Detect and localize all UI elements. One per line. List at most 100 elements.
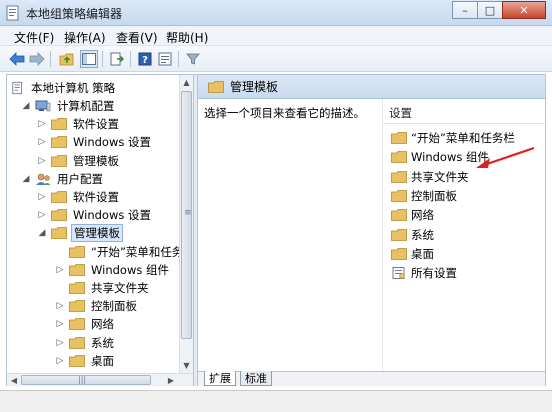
tree-node-label: Windows 设置 (73, 208, 151, 223)
status-bar (0, 390, 552, 412)
list-item[interactable]: 所有设置 (391, 264, 457, 282)
collapse-arrow-icon[interactable]: ◢ (21, 101, 31, 111)
filter-icon[interactable] (184, 50, 202, 68)
show-hide-tree-icon[interactable] (80, 50, 98, 68)
menu-action[interactable]: 操作(A) (64, 29, 106, 46)
view-tabs: 扩展 标准 (198, 371, 545, 386)
tree-node[interactable]: ▷ 网络 (55, 315, 116, 333)
expand-arrow-icon[interactable]: ▷ (55, 301, 65, 311)
tab-extended[interactable]: 扩展 (204, 371, 236, 386)
list-item-label: 桌面 (411, 246, 434, 261)
list-item[interactable]: 桌面 (391, 245, 434, 263)
tree-node[interactable]: ▷ 软件设置 (37, 115, 121, 133)
tree-node[interactable]: ◢ 用户配置 (21, 170, 105, 188)
user-icon (36, 173, 51, 185)
expand-arrow-icon[interactable]: ▷ (55, 265, 65, 275)
menu-help[interactable]: 帮助(H) (166, 29, 208, 46)
tree-node-label: “开始”菜单和任务 (91, 244, 184, 259)
details-pane: 管理模板 选择一个项目来查看它的描述。 设置 “开始”菜单和任务栏 Windows… (198, 75, 546, 371)
tree-node[interactable]: ▷ Windows 设置 (37, 206, 153, 224)
list-item[interactable]: 系统 (391, 226, 434, 244)
expand-arrow-icon[interactable]: ▷ (55, 338, 65, 348)
tree-node-label: 软件设置 (73, 190, 119, 204)
annotation-arrow-icon (476, 146, 535, 168)
expand-arrow-icon[interactable]: ▷ (37, 156, 47, 166)
folder-icon (69, 318, 85, 331)
up-folder-icon[interactable] (58, 50, 76, 68)
close-button[interactable]: ✕ (502, 1, 546, 19)
folder-icon (51, 136, 67, 149)
expand-arrow-icon[interactable]: ▷ (55, 319, 65, 329)
hscroll-thumb[interactable]: ||| (21, 375, 151, 385)
scroll-thumb[interactable]: ≡ (181, 91, 192, 339)
tree-node[interactable]: ▷ 控制面板 (55, 297, 139, 315)
minimize-button[interactable]: – (452, 1, 478, 19)
list-item-label: “开始”菜单和任务栏 (411, 131, 515, 145)
expand-arrow-icon[interactable]: ▷ (55, 356, 65, 366)
expand-arrow-icon[interactable]: ▷ (37, 192, 47, 202)
tree-node[interactable]: ◢ 管理模板 (37, 224, 123, 243)
list-item[interactable]: 控制面板 (391, 187, 457, 205)
collapse-arrow-icon[interactable]: ◢ (37, 228, 47, 238)
tab-standard[interactable]: 标准 (240, 371, 272, 386)
hscroll-grip: ||| (78, 375, 87, 384)
list-item[interactable]: 共享文件夹 (391, 168, 469, 186)
scroll-right-arrow-icon[interactable]: ▶ (165, 374, 177, 386)
properties-icon[interactable] (156, 50, 174, 68)
column-header-settings[interactable]: 设置 (389, 105, 412, 121)
help-icon[interactable]: ? (136, 50, 154, 68)
back-arrow-icon[interactable] (8, 50, 26, 68)
folder-icon (391, 189, 407, 202)
tree-node[interactable]: ▷ 管理模板 (37, 152, 121, 170)
scroll-left-arrow-icon[interactable]: ◀ (8, 374, 20, 386)
folder-icon (391, 170, 407, 183)
folder-icon (391, 209, 407, 222)
collapse-arrow-icon[interactable]: ◢ (21, 174, 31, 184)
menu-file[interactable]: 文件(F) (14, 29, 54, 46)
menu-view[interactable]: 查看(V) (116, 29, 158, 46)
folder-icon (208, 80, 224, 93)
list-item[interactable]: 网络 (391, 206, 434, 224)
maximize-button[interactable]: □ (477, 1, 503, 19)
svg-text:?: ? (142, 55, 148, 66)
list-item-label: 系统 (411, 227, 434, 242)
folder-icon (51, 191, 67, 203)
scroll-grip: ≡ (184, 208, 192, 218)
folder-icon (51, 209, 67, 222)
export-list-icon[interactable] (108, 50, 126, 68)
tree-node-label: 计算机配置 (57, 99, 115, 113)
folder-icon (69, 282, 85, 294)
console-tree: 本地计算机 策略 ◢ 计算机配置 ▷ 软件设置 ▷ Windows 设置 ▷ 管理模板 ◢ 用户配… (7, 75, 193, 373)
folder-icon (69, 300, 85, 313)
folder-icon (391, 228, 407, 241)
scroll-up-arrow-icon[interactable]: ▲ (180, 75, 193, 89)
tree-root[interactable]: 本地计算机 策略 (11, 79, 117, 97)
details-header: 管理模板 (198, 75, 545, 99)
list-item-label: 共享文件夹 (411, 169, 469, 184)
tree-vertical-scrollbar[interactable]: ▲ ≡ ▼ (179, 75, 193, 373)
list-item-label: 所有设置 (411, 266, 457, 281)
tree-node-label: 用户配置 (57, 171, 103, 186)
tree-node[interactable]: ▷ 软件设置 (37, 188, 121, 206)
folder-icon (69, 263, 85, 276)
tree-horizontal-scrollbar[interactable]: ◀ ||| ▶ (7, 373, 193, 386)
expand-arrow-icon[interactable]: ▷ (37, 210, 47, 220)
tree-node[interactable]: “开始”菜单和任务 (55, 243, 185, 261)
tree-node[interactable]: 共享文件夹 (55, 279, 151, 297)
window-title: 本地组策略编辑器 (26, 7, 123, 21)
tree-node[interactable]: ▷ Windows 设置 (37, 133, 153, 151)
forward-arrow-icon[interactable] (28, 50, 46, 68)
expand-arrow-icon (55, 283, 65, 293)
expand-arrow-icon[interactable]: ▷ (37, 137, 47, 147)
list-item-label: 控制面板 (411, 188, 457, 203)
folder-icon (51, 227, 67, 240)
title-bar: 本地组策略编辑器 – □ ✕ (0, 0, 552, 26)
tree-node-label: Windows 设置 (73, 135, 151, 150)
expand-arrow-icon[interactable]: ▷ (37, 119, 47, 129)
tree-node[interactable]: ▷ 系统 (55, 334, 116, 352)
scroll-down-arrow-icon[interactable]: ▼ (180, 358, 193, 372)
policy-document-icon (12, 81, 22, 95)
tree-node[interactable]: ◢ 计算机配置 (21, 97, 117, 115)
tree-node[interactable]: ▷ Windows 组件 (55, 261, 171, 279)
tree-node[interactable]: ▷ 桌面 (55, 352, 116, 370)
